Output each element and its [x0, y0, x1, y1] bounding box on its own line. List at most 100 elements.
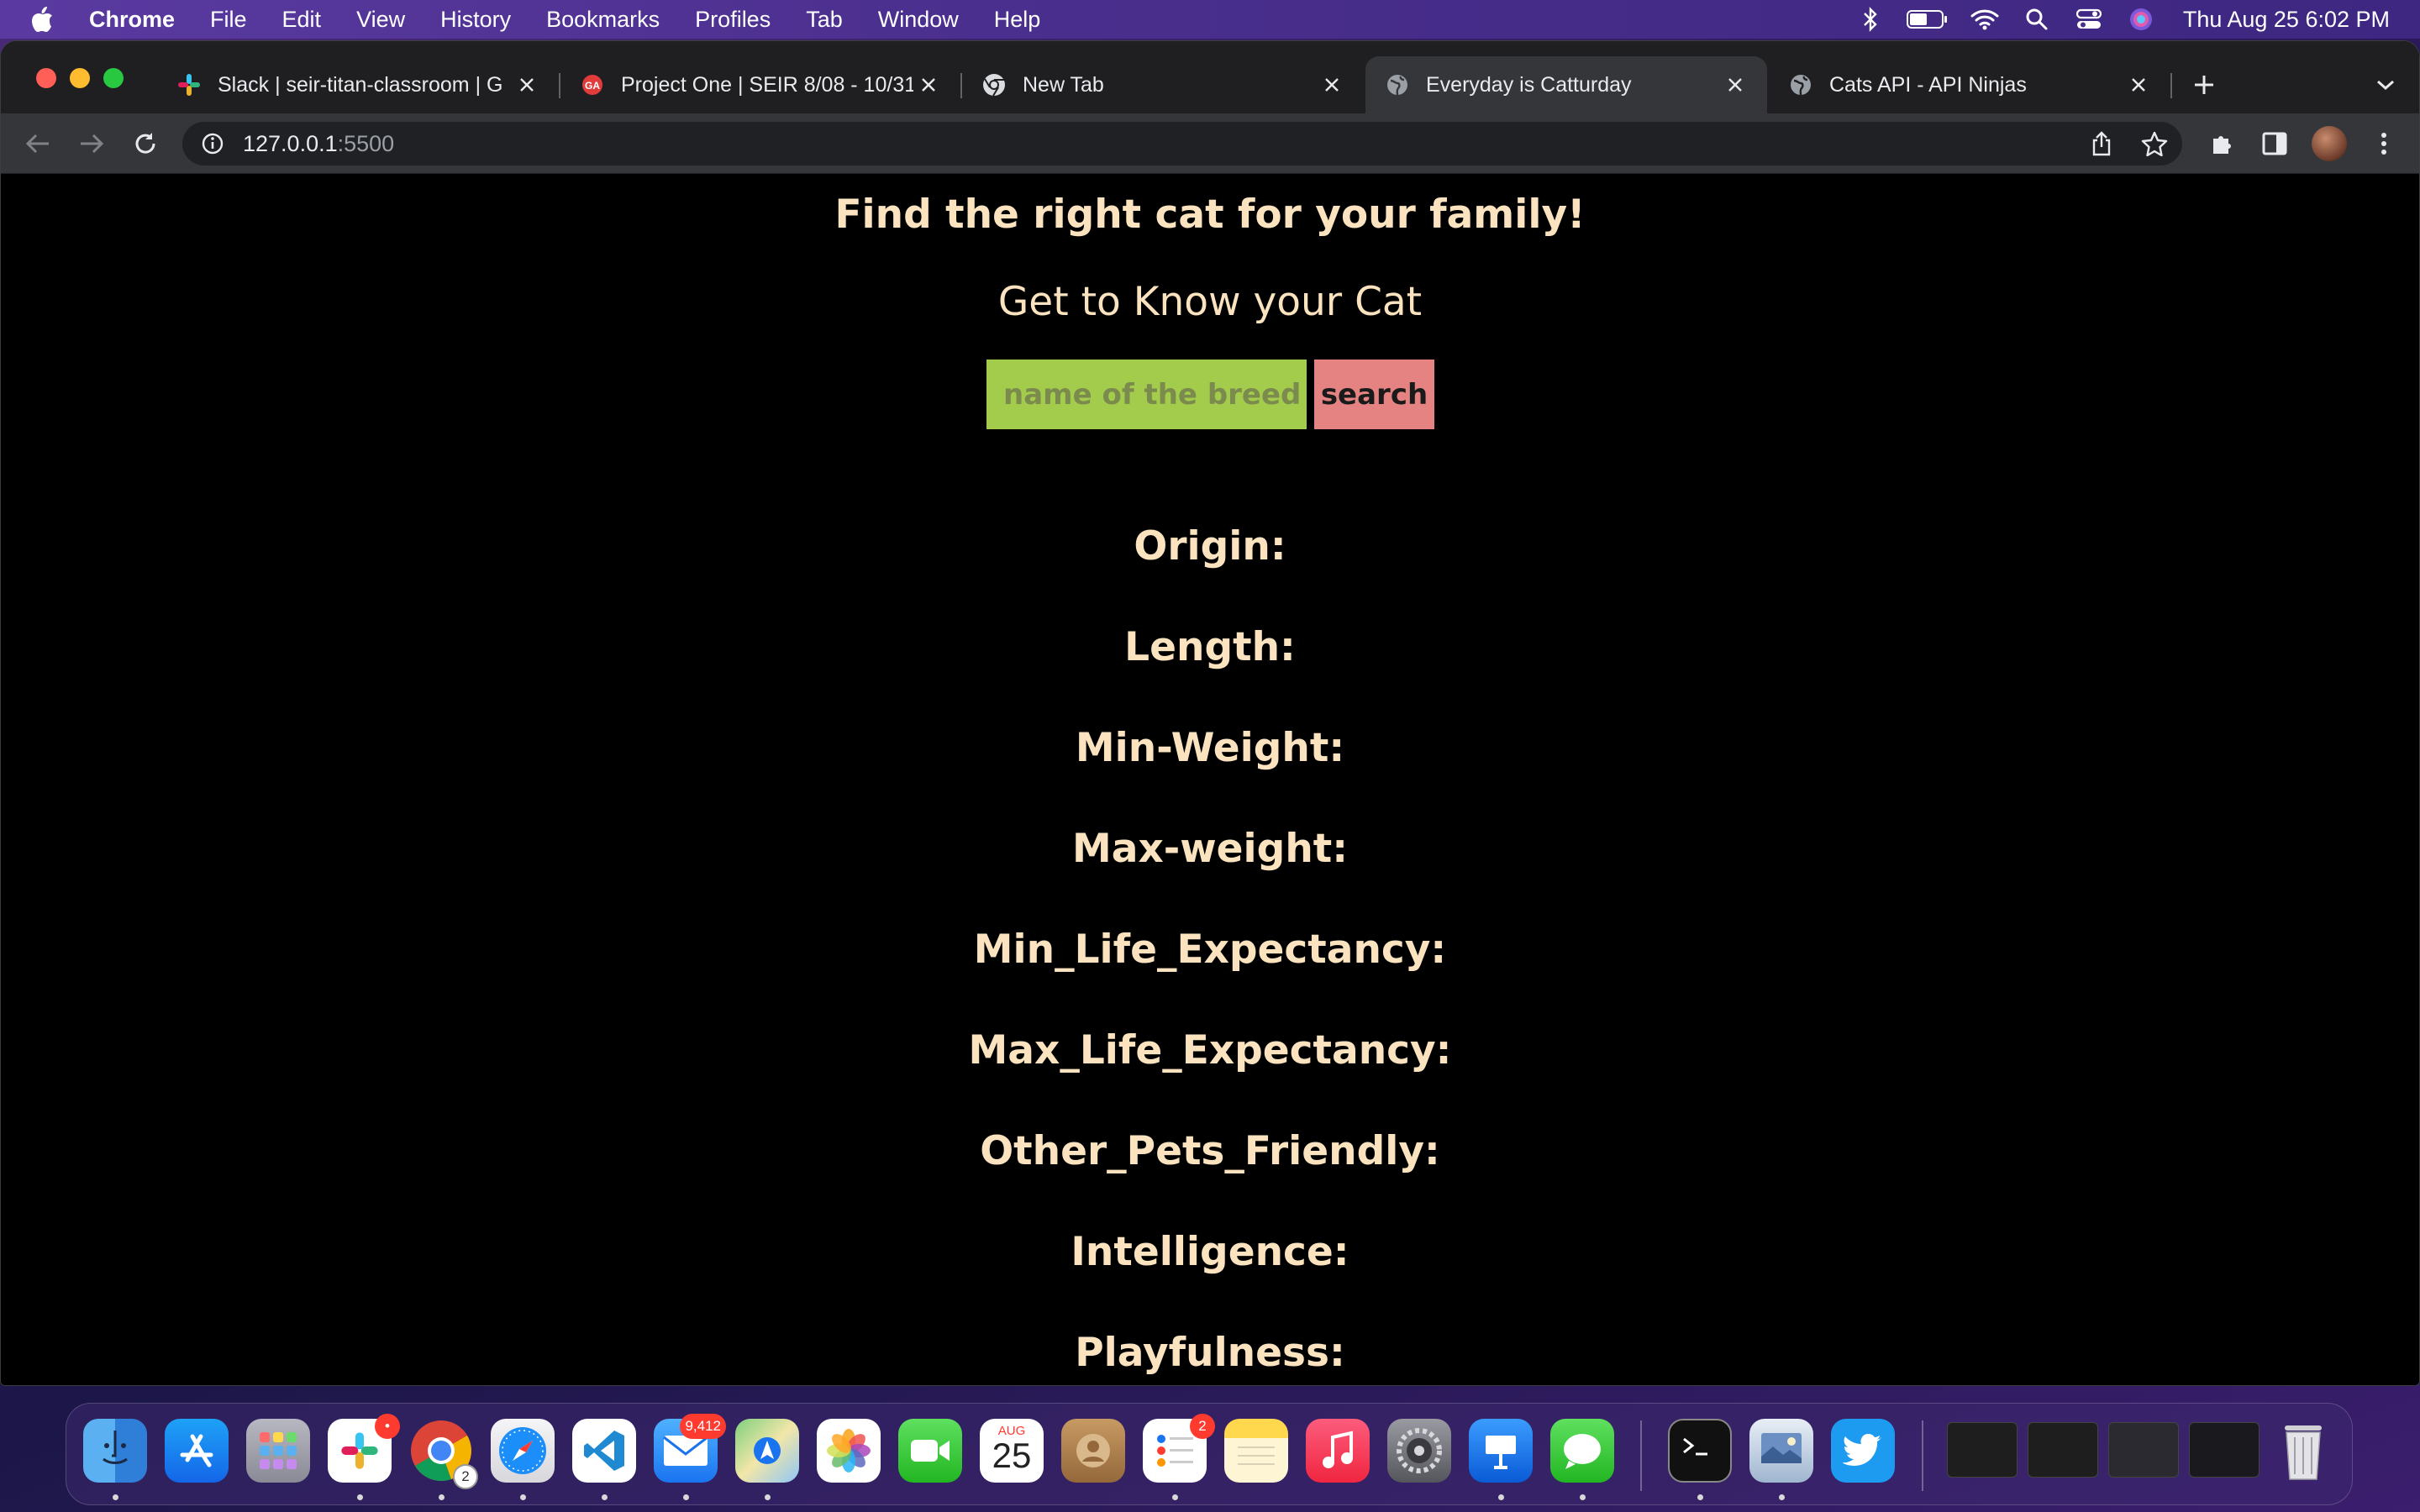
- running-indicator: [1172, 1494, 1178, 1500]
- music-icon[interactable]: [1306, 1419, 1370, 1483]
- tab-close-icon[interactable]: [1720, 70, 1750, 100]
- mail-icon[interactable]: 9,412: [654, 1414, 726, 1483]
- running-indicator: [765, 1494, 771, 1500]
- tab-close-icon[interactable]: [1317, 70, 1347, 100]
- tab-title: New Tab: [1023, 72, 1104, 97]
- menu-bookmarks[interactable]: Bookmarks: [546, 7, 660, 33]
- calendar-day: 25: [992, 1436, 1032, 1475]
- preview-icon[interactable]: [1749, 1419, 1813, 1483]
- url-text[interactable]: 127.0.0.1:5500: [243, 131, 394, 157]
- field-max-weight: Max-weight:: [1071, 826, 1349, 872]
- maps-icon[interactable]: [735, 1419, 799, 1483]
- breed-search-input[interactable]: [986, 360, 1307, 429]
- reload-icon[interactable]: [127, 125, 164, 162]
- tab-project-one[interactable]: GA Project One | SEIR 8/08 - 10/31: [560, 56, 960, 113]
- menu-window[interactable]: Window: [878, 7, 959, 33]
- tab-close-icon[interactable]: [913, 70, 944, 100]
- tab-everyday-is-catturday[interactable]: Everyday is Catturday: [1365, 56, 1767, 113]
- safari-icon[interactable]: [491, 1419, 555, 1483]
- minimize-window-button[interactable]: [70, 68, 90, 88]
- ga-icon: GA: [579, 71, 606, 98]
- launchpad-icon[interactable]: [246, 1419, 310, 1483]
- field-max-life-expectancy: Max_Life_Expectancy:: [968, 1027, 1452, 1074]
- slack-dock-icon[interactable]: •: [328, 1414, 400, 1483]
- tab-new-tab[interactable]: New Tab: [962, 56, 1364, 113]
- minimized-window-finder[interactable]: [2189, 1422, 2260, 1478]
- running-indicator: [1498, 1494, 1504, 1500]
- extensions-puzzle-icon[interactable]: [2204, 125, 2241, 162]
- svg-text:GA: GA: [585, 80, 600, 92]
- page-subtitle: Get to Know your Cat: [997, 279, 1423, 325]
- share-icon[interactable]: [2083, 125, 2120, 162]
- vscode-icon[interactable]: [572, 1419, 636, 1483]
- chrome-window: Slack | seir-titan-classroom | G GA Proj…: [0, 40, 2420, 1386]
- tab-title: Cats API - API Ninjas: [1829, 72, 2027, 97]
- tab-close-icon[interactable]: [2123, 70, 2154, 100]
- profile-avatar[interactable]: [2312, 126, 2347, 161]
- menu-help[interactable]: Help: [994, 7, 1041, 33]
- field-origin: Origin:: [1134, 523, 1286, 570]
- tab-title: Slack | seir-titan-classroom | G: [218, 72, 503, 97]
- fullscreen-window-button[interactable]: [103, 68, 124, 88]
- running-indicator: [683, 1494, 689, 1500]
- menu-profiles[interactable]: Profiles: [695, 7, 771, 33]
- contacts-icon[interactable]: [1061, 1419, 1125, 1483]
- macos-dock: • 2 9,412 AUG 25 2: [66, 1403, 2353, 1505]
- side-panel-icon[interactable]: [2256, 125, 2293, 162]
- tab-slack[interactable]: Slack | seir-titan-classroom | G: [157, 56, 559, 113]
- chrome-icon: [981, 71, 1007, 98]
- menu-history[interactable]: History: [440, 7, 511, 33]
- spotlight-search-icon[interactable]: [2020, 0, 2054, 39]
- facetime-icon[interactable]: [898, 1419, 962, 1483]
- wifi-icon[interactable]: [1968, 0, 2002, 39]
- tab-title: Project One | SEIR 8/08 - 10/31: [621, 72, 913, 97]
- menu-app-name[interactable]: Chrome: [89, 7, 175, 33]
- search-button[interactable]: search: [1314, 360, 1434, 429]
- globe-icon: [1384, 71, 1411, 98]
- tab-title: Everyday is Catturday: [1426, 72, 1632, 97]
- minimized-window-vscode[interactable]: [1947, 1422, 2018, 1478]
- finder-icon[interactable]: [83, 1419, 147, 1483]
- close-window-button[interactable]: [36, 68, 56, 88]
- back-arrow-icon[interactable]: [19, 125, 56, 162]
- tab-cats-api[interactable]: Cats API - API Ninjas: [1769, 56, 2170, 113]
- field-min-weight: Min-Weight:: [1075, 725, 1345, 771]
- minimized-window-safari[interactable]: [2108, 1422, 2179, 1478]
- reminders-icon[interactable]: 2: [1143, 1414, 1215, 1483]
- app-store-icon[interactable]: [165, 1419, 229, 1483]
- dock-separator: [1922, 1420, 1923, 1491]
- menu-edit[interactable]: Edit: [282, 7, 322, 33]
- web-page-content: Find the right cat for your family! Get …: [1, 175, 2419, 1385]
- tab-close-icon[interactable]: [512, 70, 542, 100]
- trash-icon[interactable]: [2271, 1419, 2335, 1483]
- field-intelligence: Intelligence:: [1071, 1229, 1349, 1275]
- notes-icon[interactable]: [1224, 1419, 1288, 1483]
- system-preferences-icon[interactable]: [1387, 1419, 1451, 1483]
- menu-view[interactable]: View: [356, 7, 405, 33]
- tab-search-chevron-icon[interactable]: [2367, 66, 2404, 103]
- menu-file[interactable]: File: [210, 7, 247, 33]
- forward-arrow-icon[interactable]: [73, 125, 110, 162]
- bluetooth-icon[interactable]: [1854, 0, 1887, 39]
- chrome-menu-kebab-icon[interactable]: [2365, 125, 2402, 162]
- menu-tab[interactable]: Tab: [806, 7, 843, 33]
- photos-icon[interactable]: [817, 1419, 881, 1483]
- menubar-clock[interactable]: Thu Aug 25 6:02 PM: [2183, 7, 2390, 33]
- keynote-icon[interactable]: [1469, 1419, 1533, 1483]
- bookmark-star-icon[interactable]: [2136, 125, 2173, 162]
- url-host: 127.0.0.1: [243, 130, 338, 156]
- apple-menu-icon[interactable]: [29, 0, 55, 39]
- site-info-icon[interactable]: [199, 130, 226, 157]
- battery-icon[interactable]: [1906, 0, 1949, 39]
- twitter-icon[interactable]: [1831, 1419, 1895, 1483]
- terminal-icon[interactable]: [1668, 1419, 1732, 1483]
- new-tab-plus-icon[interactable]: [2186, 66, 2223, 103]
- address-bar[interactable]: 127.0.0.1:5500: [182, 122, 2182, 165]
- control-center-icon[interactable]: [2072, 0, 2106, 39]
- calendar-icon[interactable]: AUG 25: [980, 1419, 1044, 1483]
- siri-icon[interactable]: [2124, 0, 2158, 39]
- minimized-window-slack[interactable]: [2028, 1422, 2098, 1478]
- messages-icon[interactable]: [1550, 1419, 1614, 1483]
- chrome-dock-icon[interactable]: 2: [409, 1419, 478, 1489]
- mail-unread-badge: 9,412: [680, 1414, 726, 1439]
